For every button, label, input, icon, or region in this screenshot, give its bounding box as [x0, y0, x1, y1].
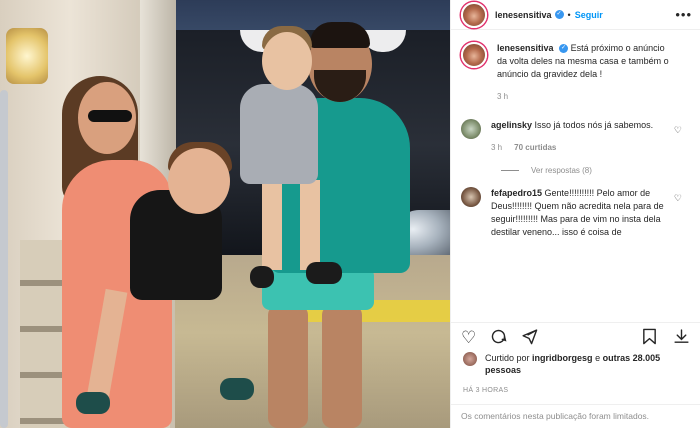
caption: lenesensitiva ✓ Está próximo o anúncio d… — [461, 42, 690, 103]
child-face — [168, 148, 230, 214]
toddler-leg — [262, 180, 282, 270]
toddler-face — [262, 32, 312, 90]
post-timestamp[interactable]: HÁ 3 HORAS — [463, 387, 508, 394]
toddler-shoe — [250, 266, 274, 288]
toddler-shoe — [306, 262, 342, 284]
comment-username[interactable]: agelinsky — [491, 120, 532, 130]
share-send-icon[interactable] — [521, 328, 538, 348]
man-leg — [322, 305, 362, 428]
comment-username[interactable]: fefapedro15 — [491, 188, 542, 198]
likes-summary: Curtido por ingridborgesg e outras 28.00… — [463, 352, 690, 376]
commenter-avatar[interactable] — [461, 119, 481, 139]
sunglasses — [88, 110, 132, 122]
comments-limited-notice: Os comentários nesta publicação foram li… — [451, 404, 700, 428]
post-photo[interactable] — [0, 0, 450, 428]
post-header: lenesensitiva ✓ • Seguir ••• — [451, 0, 700, 30]
comment-text: Isso já todos nós já sabemos. — [534, 120, 654, 130]
toddler-leg — [300, 180, 320, 270]
comment-heart-icon[interactable]: ♡ — [674, 193, 682, 204]
post-sidebar: lenesensitiva ✓ • Seguir ••• lenesensiti… — [450, 0, 700, 428]
view-replies-label: Ver respostas (8) — [531, 166, 592, 175]
verified-badge-icon: ✓ — [559, 44, 569, 54]
verified-badge-icon: ✓ — [554, 10, 564, 19]
comment-likes[interactable]: 70 curtidas — [514, 141, 556, 154]
stair-rail — [0, 90, 8, 428]
save-bookmark-icon[interactable] — [642, 328, 657, 348]
child-shoe — [76, 392, 110, 414]
comment: fefapedro15 Gente!!!!!!!!!! Pelo amor de… — [461, 187, 690, 239]
author-username[interactable]: lenesensitiva — [495, 10, 552, 20]
comment-time[interactable]: 3 h — [491, 141, 502, 154]
separator-dot: • — [567, 9, 571, 20]
follow-button[interactable]: Seguir — [575, 10, 603, 20]
comment: agelinsky Isso já todos nós já sabemos. … — [461, 119, 690, 154]
toddler-shirt — [240, 84, 318, 184]
likes-middle: e — [595, 353, 601, 363]
likes-prefix: Curtido por — [485, 353, 530, 363]
child-shoe — [220, 378, 254, 400]
cabin-lamp — [6, 28, 48, 84]
like-heart-icon[interactable]: ♡ — [461, 329, 476, 346]
replies-line — [501, 170, 519, 171]
comment-heart-icon[interactable]: ♡ — [674, 125, 682, 136]
post-actions: ♡ — [451, 322, 700, 352]
man-leg — [268, 305, 308, 428]
view-replies-button[interactable]: Ver respostas (8) — [501, 166, 690, 175]
comment-bubble-icon[interactable] — [490, 328, 507, 348]
man-hair — [310, 22, 370, 48]
download-icon[interactable] — [673, 328, 690, 348]
author-avatar[interactable] — [461, 1, 487, 28]
caption-avatar[interactable] — [461, 42, 487, 68]
commenter-avatar[interactable] — [461, 187, 481, 207]
caption-username[interactable]: lenesensitiva — [497, 43, 554, 53]
comments-list[interactable]: lenesensitiva ✓ Está próximo o anúncio d… — [451, 30, 700, 320]
more-options-icon[interactable]: ••• — [675, 7, 692, 22]
caption-time[interactable]: 3 h — [497, 90, 508, 103]
liker-username[interactable]: ingridborgesg — [532, 353, 593, 363]
liker-avatar[interactable] — [463, 352, 477, 366]
